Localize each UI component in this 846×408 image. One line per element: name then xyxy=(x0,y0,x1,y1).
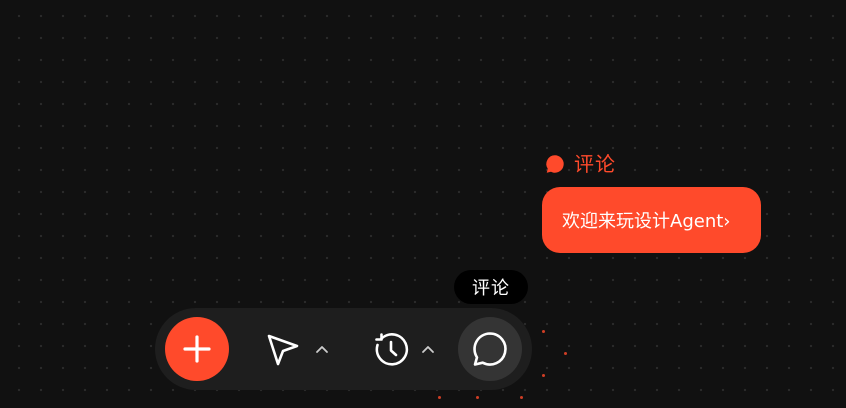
canvas-accent-dot xyxy=(438,396,441,399)
canvas-accent-dot xyxy=(542,374,545,377)
comment-label-text: 评论 xyxy=(574,152,616,176)
comment-label: 评论 xyxy=(544,150,616,178)
plus-icon xyxy=(183,335,211,363)
select-tool-chevron[interactable] xyxy=(312,341,332,357)
canvas-accent-dot xyxy=(564,352,567,355)
canvas-accent-dot xyxy=(542,330,545,333)
comment-tool-button[interactable] xyxy=(458,317,522,381)
canvas-accent-dot xyxy=(476,396,479,399)
history-clock-icon xyxy=(375,333,409,366)
canvas-accent-dot xyxy=(520,396,523,399)
chevron-up-icon xyxy=(422,346,434,353)
history-tool-chevron[interactable] xyxy=(418,341,438,357)
chevron-up-icon xyxy=(316,346,328,353)
comment-bubble-icon xyxy=(546,155,564,173)
select-tool-button[interactable] xyxy=(261,328,305,372)
chat-bubble-icon xyxy=(473,332,507,366)
history-tool-button[interactable] xyxy=(369,328,413,372)
bottom-toolbar xyxy=(155,308,532,390)
cursor-pointer-icon xyxy=(267,334,299,366)
comment-tooltip: 评论 xyxy=(454,270,528,304)
add-button[interactable] xyxy=(165,317,229,381)
comment-message-bubble[interactable]: 欢迎来玩设计Agent› xyxy=(542,187,761,253)
